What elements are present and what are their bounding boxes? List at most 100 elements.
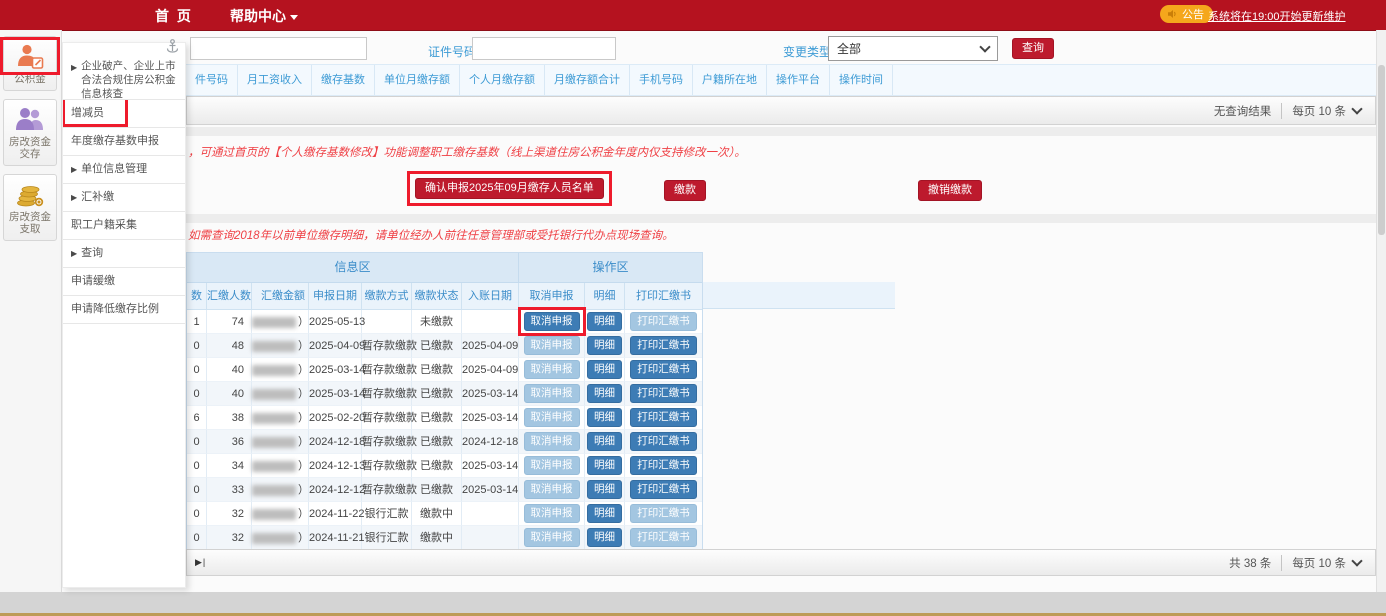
menu-item-5[interactable]: ▶汇补缴 — [63, 184, 185, 212]
chevron-down-icon — [1351, 103, 1362, 114]
cell-entry-date: 2025-03-14 — [462, 454, 519, 478]
cancel-declare-button[interactable]: 取消申报 — [524, 432, 580, 451]
cell-entry-date: 2025-03-14 — [462, 478, 519, 502]
cancel-declare-button[interactable]: 取消申报 — [524, 384, 580, 403]
detail-button[interactable]: 明细 — [587, 360, 622, 379]
page-size-select[interactable]: 每页 10 条 — [1292, 103, 1375, 119]
nav-help-menu[interactable]: 帮助中心 — [230, 6, 298, 26]
sidebar-item-fund[interactable]: 公积金 — [3, 36, 57, 91]
cell-entry-date: 2025-03-14 — [462, 382, 519, 406]
cancel-declare-button[interactable]: 取消申报 — [524, 456, 580, 475]
table-row: 032）2024-11-21银行汇款缴款中取消申报明细打印汇缴书 — [187, 526, 702, 550]
cancel-declare-button[interactable]: 取消申报 — [524, 480, 580, 499]
detail-button[interactable]: 明细 — [587, 528, 622, 547]
vertical-scrollbar[interactable] — [1376, 30, 1386, 592]
print-remit-button[interactable]: 打印汇缴书 — [630, 504, 697, 523]
cell-pay-method: 银行汇款 — [362, 502, 412, 526]
chevron-right-icon: ▶ — [71, 61, 77, 75]
table-row: 036）2024-12-18暂存款缴款已缴款2024-12-18取消申报明细打印… — [187, 430, 702, 454]
cell-people-count: 74 — [207, 310, 252, 334]
detail-button[interactable]: 明细 — [587, 456, 622, 475]
sidebar-item-label: 房改资金 交存 — [4, 136, 56, 160]
detail-button[interactable]: 明细 — [587, 312, 622, 331]
cancel-declare-button[interactable]: 取消申报 — [524, 504, 580, 523]
cell-pay-status: 已缴款 — [412, 406, 462, 430]
change-type-select[interactable]: 全部 — [828, 36, 998, 61]
nav-home[interactable]: 首 页 — [155, 6, 193, 26]
masked-amount — [252, 341, 296, 352]
menu-item-2[interactable]: 增减员 — [63, 100, 185, 128]
chevron-right-icon: ▶ — [71, 184, 77, 211]
menu-item-4[interactable]: ▶单位信息管理 — [63, 156, 185, 184]
detail-button[interactable]: 明细 — [587, 408, 622, 427]
cancel-declare-button-cell: 取消申报 — [519, 478, 585, 502]
detail-button[interactable]: 明细 — [587, 480, 622, 499]
detail-button-cell: 明细 — [585, 334, 625, 358]
cancel-declare-button-cell: 取消申报 — [519, 406, 585, 430]
cell-entry-date: 2025-03-14 — [462, 406, 519, 430]
menu-item-8[interactable]: 申请缓缴 — [63, 268, 185, 296]
cell-count: 0 — [187, 382, 207, 406]
remit-table-pager: ▶| 共 38 条 每页 10 条 — [186, 549, 1376, 576]
revoke-pay-button[interactable]: 撤销缴款 — [918, 180, 982, 201]
maintenance-notice-link[interactable]: 系统将在19:00开始更新维护 — [1208, 8, 1346, 24]
scrollbar-thumb[interactable] — [1378, 65, 1385, 235]
cell-declare-date: 2025-02-20 — [309, 406, 362, 430]
cell-entry-date — [462, 502, 519, 526]
menu-item-3[interactable]: 年度缴存基数申报 — [63, 128, 185, 156]
cell-pay-method — [362, 310, 412, 334]
table-row: 040）2025-03-14暂存款缴款已缴款2025-04-09取消申报明细打印… — [187, 358, 702, 382]
print-remit-button[interactable]: 打印汇缴书 — [630, 432, 697, 451]
cell-pay-status: 已缴款 — [412, 430, 462, 454]
anchor-icon[interactable] — [166, 39, 179, 59]
menu-item-label: 申请缓缴 — [71, 268, 115, 295]
menu-item-6[interactable]: 职工户籍采集 — [63, 212, 185, 240]
employee-grid-col-4: 单位月缴存额 — [375, 65, 460, 95]
cell-people-count: 32 — [207, 526, 252, 550]
print-remit-button[interactable]: 打印汇缴书 — [630, 408, 697, 427]
print-remit-button-cell: 打印汇缴书 — [625, 430, 702, 454]
cell-count: 0 — [187, 454, 207, 478]
employee-grid-col-6: 月缴存额合计 — [545, 65, 630, 95]
print-remit-button[interactable]: 打印汇缴书 — [630, 360, 697, 379]
cell-pay-status: 已缴款 — [412, 382, 462, 406]
masked-amount — [252, 485, 296, 496]
coins-icon — [4, 179, 56, 209]
page-size-select[interactable]: 每页 10 条 — [1292, 555, 1375, 571]
annotation-box-sidebar — [4, 41, 56, 71]
cancel-declare-button[interactable]: 取消申报 — [524, 336, 580, 355]
detail-button[interactable]: 明细 — [587, 384, 622, 403]
sidebar-item-housing-deposit[interactable]: 房改资金 交存 — [3, 99, 57, 166]
name-search-input[interactable] — [190, 37, 367, 60]
cell-entry-date — [462, 310, 519, 334]
print-remit-button[interactable]: 打印汇缴书 — [630, 336, 697, 355]
sidebar-item-housing-withdraw[interactable]: 房改资金 支取 — [3, 174, 57, 241]
menu-item-7[interactable]: ▶查询 — [63, 240, 185, 268]
print-remit-button[interactable]: 打印汇缴书 — [630, 480, 697, 499]
divider — [186, 214, 1376, 223]
cancel-declare-button[interactable]: 取消申报 — [524, 360, 580, 379]
detail-button[interactable]: 明细 — [587, 336, 622, 355]
menu-item-1[interactable]: ▶企业破产、企业上市合法合规住房公积金信息核查 — [63, 55, 185, 100]
print-remit-button[interactable]: 打印汇缴书 — [630, 528, 697, 547]
print-remit-button[interactable]: 打印汇缴书 — [630, 456, 697, 475]
detail-button-cell: 明细 — [585, 478, 625, 502]
print-remit-button[interactable]: 打印汇缴书 — [630, 312, 697, 331]
cancel-declare-button[interactable]: 取消申报 — [524, 528, 580, 547]
search-button[interactable]: 查询 — [1012, 38, 1054, 59]
last-page-button[interactable]: ▶| — [195, 557, 206, 568]
detail-button[interactable]: 明细 — [587, 432, 622, 451]
cell-count: 0 — [187, 502, 207, 526]
topbar: 首 页 帮助中心 公告 系统将在19:00开始更新维护 — [0, 0, 1386, 31]
table-row: 040）2025-03-14暂存款缴款已缴款2025-03-14取消申报明细打印… — [187, 382, 702, 406]
cancel-declare-button[interactable]: 取消申报 — [524, 312, 580, 331]
detail-button[interactable]: 明细 — [587, 504, 622, 523]
menu-item-9[interactable]: 申请降低缴存比例 — [63, 296, 185, 324]
print-remit-button[interactable]: 打印汇缴书 — [630, 384, 697, 403]
cancel-declare-button[interactable]: 取消申报 — [524, 408, 580, 427]
cert-number-input[interactable] — [472, 37, 616, 60]
confirm-declare-button[interactable]: 确认申报2025年09月缴存人员名单 — [415, 178, 604, 199]
remit-table: 信息区 操作区 数汇缴人数汇缴金额申报日期缴款方式缴款状态入账日期取消申报明细打… — [186, 252, 703, 551]
pay-button[interactable]: 缴款 — [664, 180, 706, 201]
cell-amount: ） — [252, 502, 309, 526]
